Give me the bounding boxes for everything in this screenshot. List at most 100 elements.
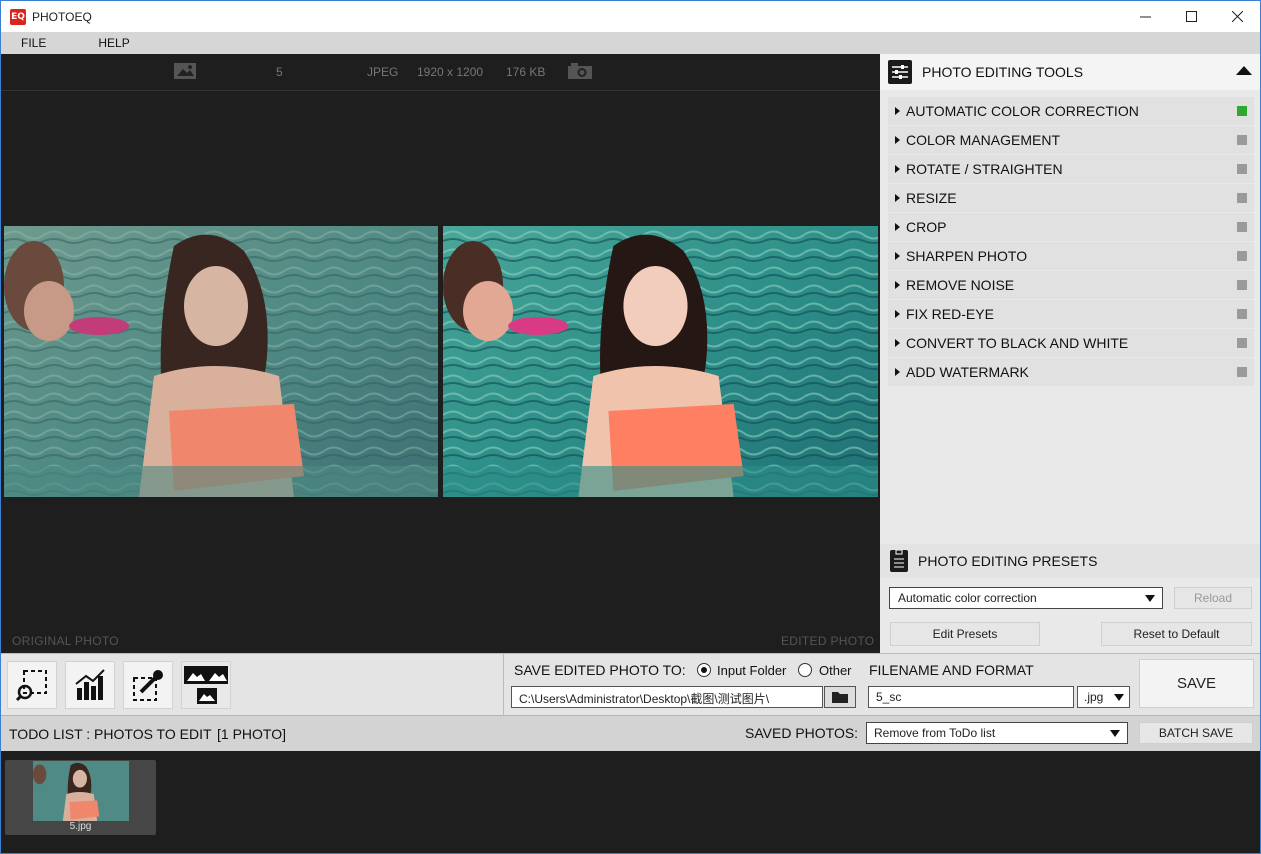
- other-folder-label[interactable]: Other: [819, 663, 852, 678]
- tool-remove-noise[interactable]: REMOVE NOISE: [888, 271, 1254, 299]
- photo-dimensions: 1920 x 1200: [417, 65, 484, 79]
- tool-status-indicator[interactable]: [1237, 280, 1247, 290]
- histogram-icon: [75, 669, 105, 700]
- tool-label: ROTATE / STRAIGHTEN: [906, 161, 1063, 177]
- tool-status-indicator[interactable]: [1237, 338, 1247, 348]
- edit-presets-button[interactable]: Edit Presets: [890, 622, 1040, 646]
- input-folder-radio[interactable]: [697, 663, 711, 677]
- tool-rotate-straighten[interactable]: ROTATE / STRAIGHTEN: [888, 155, 1254, 183]
- format-value: .jpg: [1084, 690, 1104, 704]
- tool-color-management[interactable]: COLOR MANAGEMENT: [888, 126, 1254, 154]
- expand-arrow-icon: [895, 136, 900, 144]
- save-path-field[interactable]: C:\Users\Administrator\Desktop\截图\测试图片\: [511, 686, 823, 708]
- photo-name: 5: [276, 65, 283, 79]
- edited-photo: [443, 226, 878, 497]
- minimize-button[interactable]: [1122, 1, 1168, 32]
- tool-label: AUTOMATIC COLOR CORRECTION: [906, 103, 1139, 119]
- tools-header[interactable]: PHOTO EDITING TOOLS: [880, 54, 1260, 90]
- tool-status-indicator[interactable]: [1237, 164, 1247, 174]
- zoom-select-icon: [15, 670, 47, 702]
- maximize-button[interactable]: [1168, 1, 1214, 32]
- photo-filesize: 176 KB: [506, 65, 546, 79]
- eyedropper-icon: [133, 670, 163, 701]
- save-to-label: SAVE EDITED PHOTO TO:: [514, 662, 686, 678]
- tool-status-indicator[interactable]: [1237, 135, 1247, 145]
- title-bar: EQ PHOTOEQ: [1, 1, 1260, 32]
- todo-thumbnail[interactable]: 5.jpg: [5, 760, 156, 835]
- color-picker-button[interactable]: [123, 661, 173, 709]
- filename-format-label: FILENAME AND FORMAT: [869, 662, 1034, 678]
- expand-arrow-icon: [895, 339, 900, 347]
- tools-title: PHOTO EDITING TOOLS: [922, 64, 1084, 80]
- tool-label: FIX RED-EYE: [906, 306, 994, 322]
- browse-folder-button[interactable]: [824, 686, 856, 708]
- expand-arrow-icon: [895, 368, 900, 376]
- tool-status-indicator[interactable]: [1237, 367, 1247, 377]
- other-folder-radio[interactable]: [798, 663, 812, 677]
- tool-status-indicator[interactable]: [1237, 106, 1247, 116]
- photo-viewer: 5 JPEG 1920 x 1200 176 KB ORIGINAL PHOTO…: [1, 54, 880, 653]
- save-section: SAVE EDITED PHOTO TO: Input Folder Other…: [503, 654, 1260, 716]
- todo-count: [1 PHOTO]: [217, 726, 286, 742]
- batch-save-button[interactable]: BATCH SAVE: [1139, 722, 1253, 744]
- expand-arrow-icon: [895, 223, 900, 231]
- tool-status-indicator[interactable]: [1237, 309, 1247, 319]
- original-photo: [4, 226, 438, 497]
- maximize-icon: [1185, 11, 1197, 22]
- tool-sharpen-photo[interactable]: SHARPEN PHOTO: [888, 242, 1254, 270]
- image-icon: [173, 62, 197, 83]
- sliders-icon: [888, 60, 912, 84]
- presets-title: PHOTO EDITING PRESETS: [918, 553, 1098, 569]
- preset-dropdown[interactable]: Automatic color correction: [889, 587, 1163, 609]
- app-window: EQ PHOTOEQ FILE HELP 5 JPEG 1920 x 1200 …: [0, 0, 1261, 854]
- presets-header: PHOTO EDITING PRESETS: [880, 544, 1260, 578]
- minimize-icon: [1139, 16, 1151, 18]
- tool-label: COLOR MANAGEMENT: [906, 132, 1061, 148]
- menu-help[interactable]: HELP: [66, 36, 149, 50]
- tool-add-watermark[interactable]: ADD WATERMARK: [888, 358, 1254, 386]
- expand-arrow-icon: [895, 310, 900, 318]
- preset-selected-value: Automatic color correction: [898, 591, 1037, 605]
- camera-icon[interactable]: [567, 62, 593, 83]
- tool-fix-red-eye[interactable]: FIX RED-EYE: [888, 300, 1254, 328]
- expand-arrow-icon: [895, 252, 900, 260]
- saved-photos-label: SAVED PHOTOS:: [745, 725, 859, 741]
- tool-label: ADD WATERMARK: [906, 364, 1029, 380]
- expand-arrow-icon: [895, 165, 900, 173]
- photo-info-bar: 5 JPEG 1920 x 1200 176 KB: [1, 54, 880, 91]
- todo-bar: TODO LIST : PHOTOS TO EDIT [1 PHOTO] SAV…: [1, 715, 1260, 751]
- reset-to-default-button[interactable]: Reset to Default: [1101, 622, 1252, 646]
- compare-view-icon: [184, 666, 228, 704]
- photo-format: JPEG: [367, 65, 399, 79]
- input-folder-label[interactable]: Input Folder: [717, 663, 786, 678]
- clipboard-icon: [890, 549, 908, 572]
- save-button[interactable]: SAVE: [1139, 659, 1254, 708]
- expand-arrow-icon: [895, 281, 900, 289]
- tool-status-indicator[interactable]: [1237, 251, 1247, 261]
- saved-photos-dropdown[interactable]: Remove from ToDo list: [866, 722, 1128, 744]
- tool-status-indicator[interactable]: [1237, 193, 1247, 203]
- original-photo-label: ORIGINAL PHOTO: [12, 634, 119, 648]
- tool-crop[interactable]: CROP: [888, 213, 1254, 241]
- filename-input[interactable]: 5_sc: [868, 686, 1074, 708]
- tool-status-indicator[interactable]: [1237, 222, 1247, 232]
- app-logo-icon: EQ: [10, 8, 26, 25]
- todo-list: 5.jpg: [1, 751, 1260, 853]
- close-button[interactable]: [1214, 1, 1260, 32]
- photo-editing-tools-panel: PHOTO EDITING TOOLS AUTOMATIC COLOR CORR…: [880, 54, 1260, 653]
- menu-file[interactable]: FILE: [1, 36, 66, 50]
- collapse-arrow-icon[interactable]: [1236, 66, 1252, 75]
- format-dropdown[interactable]: .jpg: [1077, 686, 1130, 708]
- reload-button[interactable]: Reload: [1174, 587, 1252, 609]
- edited-photo-label: EDITED PHOTO: [781, 634, 875, 648]
- tools-list: AUTOMATIC COLOR CORRECTION COLOR MANAGEM…: [888, 97, 1254, 387]
- folder-icon: [832, 692, 848, 703]
- tool-resize[interactable]: RESIZE: [888, 184, 1254, 212]
- tool-label: CONVERT TO BLACK AND WHITE: [906, 335, 1129, 351]
- tool-automatic-color-correction[interactable]: AUTOMATIC COLOR CORRECTION: [888, 97, 1254, 125]
- zoom-select-button[interactable]: [7, 661, 57, 709]
- compare-view-button[interactable]: [181, 661, 231, 709]
- tool-convert-black-white[interactable]: CONVERT TO BLACK AND WHITE: [888, 329, 1254, 357]
- menu-bar: FILE HELP: [1, 32, 1260, 54]
- histogram-button[interactable]: [65, 661, 115, 709]
